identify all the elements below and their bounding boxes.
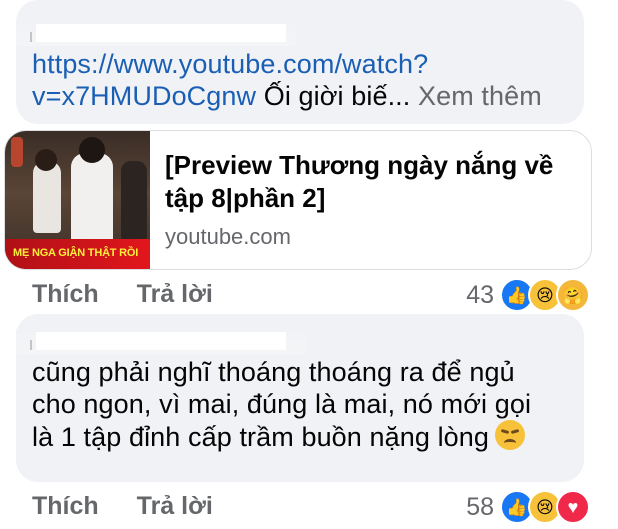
thumbnail-caption-banner: MẸ NGA GIẬN THẬT RỒI: [5, 239, 150, 269]
thumbnail-figure: [33, 161, 61, 233]
thumbnail-figure: [121, 161, 147, 245]
comment-line: cho ngon, vì mai, đúng là mai, nó mới gọ…: [32, 389, 532, 419]
thumbnail-caption: MẸ NGA GIẬN THẬT RỒI: [13, 247, 139, 259]
comment-link-url[interactable]: https://www.youtube.com/watch?: [32, 48, 542, 80]
thumbnail-figure: [71, 153, 113, 243]
comment-line: cũng phải nghĩ thoáng thoáng ra để ngủ: [32, 357, 515, 387]
care-icon: 🤗: [556, 278, 590, 312]
reaction-count: 58: [466, 492, 494, 521]
comment-actions: Thích Trả lời: [32, 492, 251, 521]
comment-text-snippet: Ối giời biế...: [256, 81, 411, 111]
comment-actions: Thích Trả lời: [32, 280, 251, 309]
love-icon: ♥: [556, 490, 590, 524]
comment-text: https://www.youtube.com/watch? v=x7HMUDo…: [32, 48, 542, 112]
author-name-redacted[interactable]: [16, 20, 296, 46]
link-preview-card[interactable]: MẸ NGA GIẬN THẬT RỒI [Preview Thương ngà…: [4, 130, 592, 270]
preview-domain: youtube.com: [165, 224, 291, 249]
reaction-summary[interactable]: 58 👍 😢 ♥: [466, 490, 590, 524]
see-more-link[interactable]: Xem thêm: [418, 81, 542, 111]
reply-button[interactable]: Trả lời: [137, 492, 213, 520]
thumbnail-figure-head: [35, 149, 57, 171]
comment-text: cũng phải nghĩ thoáng thoáng ra để ngủ c…: [32, 356, 531, 453]
reaction-summary[interactable]: 43 👍 😢 🤗: [466, 278, 590, 312]
disappointed-face-emoji: [495, 420, 526, 450]
author-name-redacted[interactable]: [16, 328, 306, 354]
like-button[interactable]: Thích: [32, 492, 99, 520]
preview-title[interactable]: [Preview Thương ngày nắng về tập 8|phần …: [165, 149, 565, 215]
video-thumbnail[interactable]: MẸ NGA GIẬN THẬT RỒI: [5, 131, 150, 269]
like-button[interactable]: Thích: [32, 280, 99, 308]
comment-link-url-cont[interactable]: v=x7HMUDoCgnw: [32, 81, 256, 111]
thumbnail-figure-head: [79, 137, 105, 163]
reaction-count: 43: [466, 280, 494, 309]
comment-line: là 1 tập đỉnh cấp trầm buồn nặng lòng: [32, 422, 490, 452]
thumbnail-decor: [11, 137, 23, 167]
reply-button[interactable]: Trả lời: [137, 280, 213, 308]
